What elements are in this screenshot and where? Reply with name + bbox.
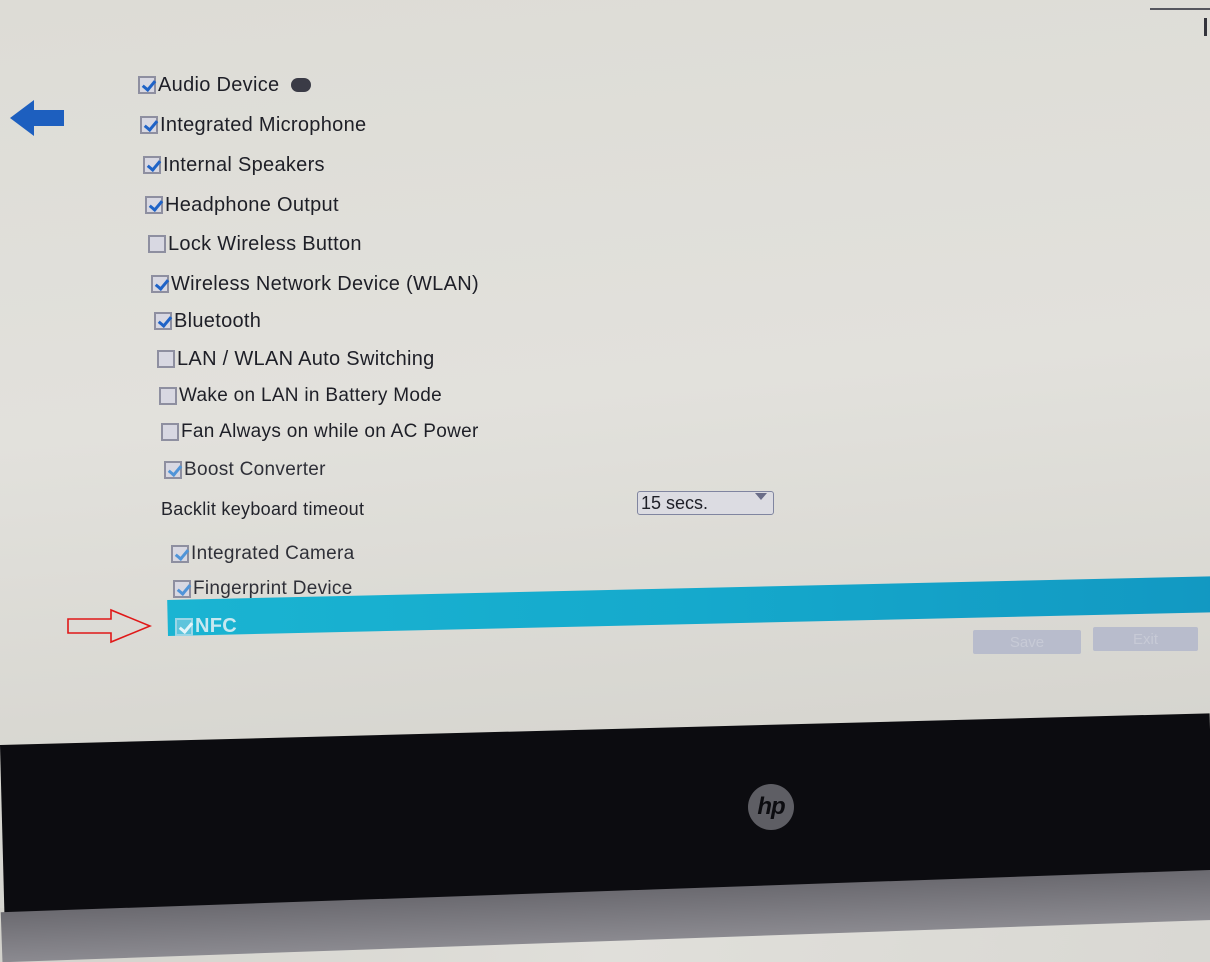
option-label: NFC (195, 615, 238, 637)
option-label: Wake on LAN in Battery Mode (179, 385, 442, 406)
checkbox[interactable] (173, 580, 191, 598)
checkbox[interactable] (171, 545, 189, 563)
checkbox[interactable] (138, 76, 156, 94)
option-label: Headphone Output (165, 193, 339, 216)
option-integrated-microphone[interactable]: Integrated Microphone (140, 112, 366, 138)
exit-button[interactable]: Exit (1093, 627, 1198, 651)
chevron-down-icon (755, 493, 767, 500)
option-label: Wireless Network Device (WLAN) (171, 272, 479, 295)
option-label: Integrated Microphone (160, 113, 367, 136)
option-label: LAN / WLAN Auto Switching (177, 347, 435, 370)
save-button[interactable]: Save (973, 630, 1081, 654)
bios-screen: Audio Device Integrated Microphone Inter… (0, 0, 1210, 780)
hp-logo-icon: hp (748, 784, 794, 830)
backlit-keyboard-timeout-label: Backlit keyboard timeout (161, 499, 365, 519)
checkbox[interactable] (148, 235, 166, 253)
option-bluetooth[interactable]: Bluetooth (154, 308, 261, 334)
option-boost-converter[interactable]: Boost Converter (164, 457, 326, 483)
backlit-timeout-select[interactable]: 15 secs. (637, 491, 774, 515)
option-headphone-output[interactable]: Headphone Output (145, 192, 339, 218)
option-wlan[interactable]: Wireless Network Device (WLAN) (151, 271, 479, 297)
option-label: Integrated Camera (191, 543, 355, 564)
checkbox[interactable] (143, 156, 161, 174)
option-label: Internal Speakers (163, 153, 325, 176)
checkbox[interactable] (151, 275, 169, 293)
checkbox[interactable] (164, 461, 182, 479)
option-integrated-camera[interactable]: Integrated Camera (171, 541, 355, 567)
option-lock-wireless-button[interactable]: Lock Wireless Button (148, 231, 362, 257)
option-nfc[interactable]: NFC (175, 615, 237, 638)
checkbox[interactable] (140, 116, 158, 134)
checkbox[interactable] (145, 196, 163, 214)
option-fan-always-on[interactable]: Fan Always on while on AC Power (161, 419, 479, 445)
info-icon[interactable] (291, 78, 312, 92)
option-label: Fan Always on while on AC Power (181, 421, 479, 442)
option-label: Audio Device (158, 73, 280, 96)
option-lan-wlan-auto-switching[interactable]: LAN / WLAN Auto Switching (157, 346, 435, 372)
option-label: Bluetooth (174, 309, 262, 332)
checkbox[interactable] (157, 350, 175, 368)
red-arrow-annotation-icon (67, 608, 152, 644)
option-label: Lock Wireless Button (168, 232, 362, 255)
checkbox[interactable] (159, 387, 177, 405)
select-value: 15 secs. (641, 493, 709, 513)
option-internal-speakers[interactable]: Internal Speakers (143, 152, 325, 178)
checkbox[interactable] (154, 312, 172, 330)
checkbox[interactable] (175, 617, 193, 636)
option-wake-on-lan-battery[interactable]: Wake on LAN in Battery Mode (159, 383, 442, 409)
option-label: Boost Converter (184, 459, 326, 480)
device-options-list: Audio Device Integrated Microphone Inter… (0, 0, 1210, 700)
option-audio-device[interactable]: Audio Device (138, 72, 312, 98)
checkbox[interactable] (161, 423, 179, 441)
